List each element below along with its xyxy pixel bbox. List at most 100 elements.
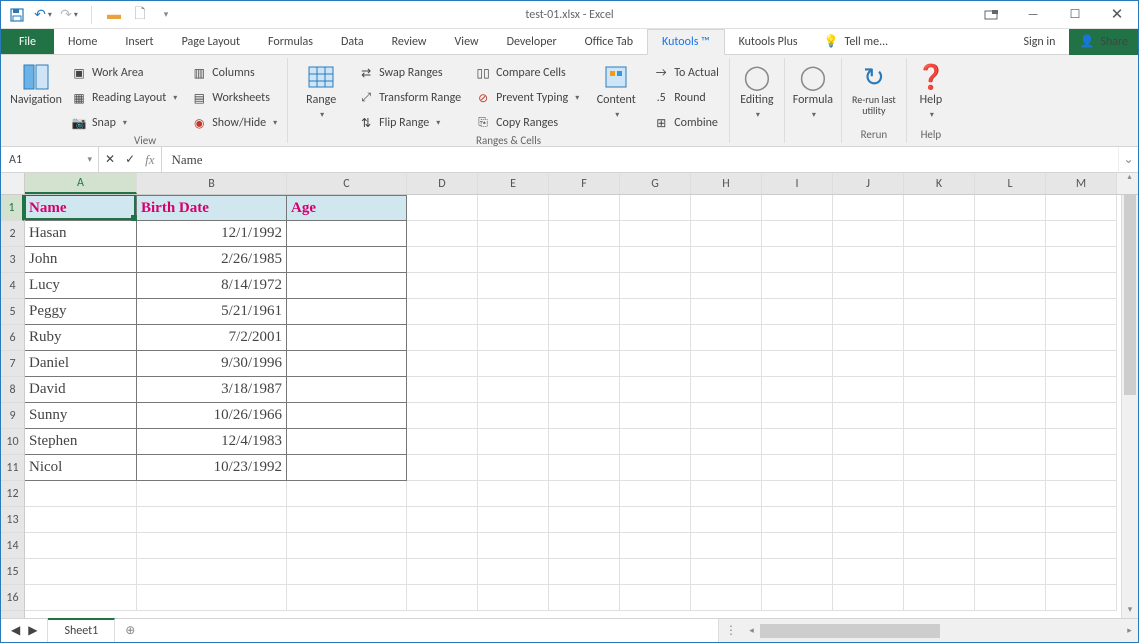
tab-kutools-plus[interactable]: Kutools Plus <box>725 29 812 54</box>
cell[interactable]: 5/21/1961 <box>137 299 287 325</box>
cell[interactable] <box>904 455 975 481</box>
cancel-icon[interactable]: ✕ <box>105 152 115 167</box>
cell[interactable] <box>549 403 620 429</box>
cell[interactable] <box>478 429 549 455</box>
cell[interactable] <box>1046 533 1117 559</box>
cell[interactable]: David <box>25 377 137 403</box>
cell[interactable] <box>549 351 620 377</box>
cell[interactable] <box>833 299 904 325</box>
worksheets-button[interactable]: ▤Worksheets <box>187 87 281 109</box>
cell[interactable] <box>1046 585 1117 611</box>
cell[interactable] <box>287 325 407 351</box>
row-header-13[interactable]: 13 <box>1 507 24 533</box>
combine-button[interactable]: ⊞Combine <box>649 112 723 134</box>
cell[interactable] <box>691 507 762 533</box>
expand-formula-icon[interactable]: ⌄ <box>1118 147 1138 172</box>
cell[interactable] <box>833 585 904 611</box>
content-button[interactable]: Content▾ <box>589 58 643 126</box>
cell[interactable] <box>407 481 478 507</box>
cell[interactable] <box>1046 377 1117 403</box>
cell[interactable] <box>478 195 549 221</box>
cell[interactable] <box>25 585 137 611</box>
snap-button[interactable]: 📷Snap▾ <box>67 112 181 134</box>
cell[interactable] <box>478 325 549 351</box>
cell[interactable] <box>691 403 762 429</box>
tab-review[interactable]: Review <box>378 29 441 54</box>
range-button[interactable]: Range▾ <box>294 58 348 126</box>
cell[interactable] <box>478 377 549 403</box>
cell[interactable] <box>975 351 1046 377</box>
cell[interactable] <box>478 455 549 481</box>
row-header-2[interactable]: 2 <box>1 221 24 247</box>
cell[interactable] <box>1046 429 1117 455</box>
col-header-L[interactable]: L <box>975 173 1046 194</box>
cell[interactable] <box>975 585 1046 611</box>
save-icon[interactable] <box>9 7 25 23</box>
help-button[interactable]: ❓ Help▾ <box>911 58 951 126</box>
cell[interactable] <box>833 195 904 221</box>
cell[interactable] <box>1046 299 1117 325</box>
cell[interactable] <box>407 585 478 611</box>
sheet-tab[interactable]: Sheet1 <box>48 618 115 642</box>
copy-ranges-button[interactable]: ⎘Copy Ranges <box>471 112 583 134</box>
cell[interactable] <box>620 429 691 455</box>
cell[interactable] <box>762 559 833 585</box>
cell[interactable] <box>620 455 691 481</box>
cell[interactable] <box>620 377 691 403</box>
cell[interactable] <box>407 221 478 247</box>
cell[interactable]: Hasan <box>25 221 137 247</box>
scroll-left-icon[interactable]: ◂ <box>743 625 760 636</box>
cell[interactable]: Ruby <box>25 325 137 351</box>
cell[interactable] <box>137 507 287 533</box>
cell[interactable] <box>549 377 620 403</box>
compare-cells-button[interactable]: ▯▯Compare Cells <box>471 62 583 84</box>
cell[interactable]: 9/30/1996 <box>137 351 287 377</box>
undo-icon[interactable]: ↶▾ <box>35 7 51 23</box>
cell[interactable] <box>620 533 691 559</box>
cell[interactable] <box>1046 559 1117 585</box>
cell[interactable]: 12/1/1992 <box>137 221 287 247</box>
cell[interactable] <box>833 325 904 351</box>
cell[interactable] <box>833 377 904 403</box>
cell[interactable] <box>620 195 691 221</box>
cell[interactable] <box>620 325 691 351</box>
cell[interactable] <box>137 481 287 507</box>
cell[interactable] <box>620 221 691 247</box>
cell[interactable] <box>762 403 833 429</box>
tab-file[interactable]: File <box>1 29 54 54</box>
cell[interactable]: Peggy <box>25 299 137 325</box>
cell[interactable] <box>1046 507 1117 533</box>
row-header-5[interactable]: 5 <box>1 299 24 325</box>
cell[interactable] <box>549 507 620 533</box>
cell[interactable] <box>407 299 478 325</box>
cell[interactable] <box>904 299 975 325</box>
fx-icon[interactable]: fx <box>145 152 154 168</box>
cell[interactable] <box>975 455 1046 481</box>
cell[interactable] <box>287 299 407 325</box>
cell[interactable] <box>407 273 478 299</box>
horizontal-scrollbar[interactable]: ⋮ ◂ ▸ <box>718 619 1138 642</box>
cell[interactable] <box>691 325 762 351</box>
col-header-C[interactable]: C <box>287 173 407 194</box>
prevent-typing-button[interactable]: ⊘Prevent Typing▾ <box>471 87 583 109</box>
cell[interactable]: Sunny <box>25 403 137 429</box>
cell[interactable] <box>620 247 691 273</box>
cell[interactable] <box>975 507 1046 533</box>
cell[interactable] <box>975 221 1046 247</box>
cell[interactable] <box>287 247 407 273</box>
cell[interactable] <box>833 247 904 273</box>
row-header-8[interactable]: 8 <box>1 377 24 403</box>
cell[interactable] <box>691 455 762 481</box>
share-button[interactable]: 👤Share <box>1069 29 1138 55</box>
cell[interactable] <box>549 481 620 507</box>
cell[interactable] <box>975 377 1046 403</box>
row-header-7[interactable]: 7 <box>1 351 24 377</box>
cell[interactable] <box>478 351 549 377</box>
cell[interactable]: 12/4/1983 <box>137 429 287 455</box>
row-header-4[interactable]: 4 <box>1 273 24 299</box>
cell[interactable] <box>762 195 833 221</box>
cell[interactable]: Name <box>25 195 137 221</box>
cell[interactable] <box>904 325 975 351</box>
cell[interactable] <box>549 533 620 559</box>
cell[interactable] <box>407 377 478 403</box>
